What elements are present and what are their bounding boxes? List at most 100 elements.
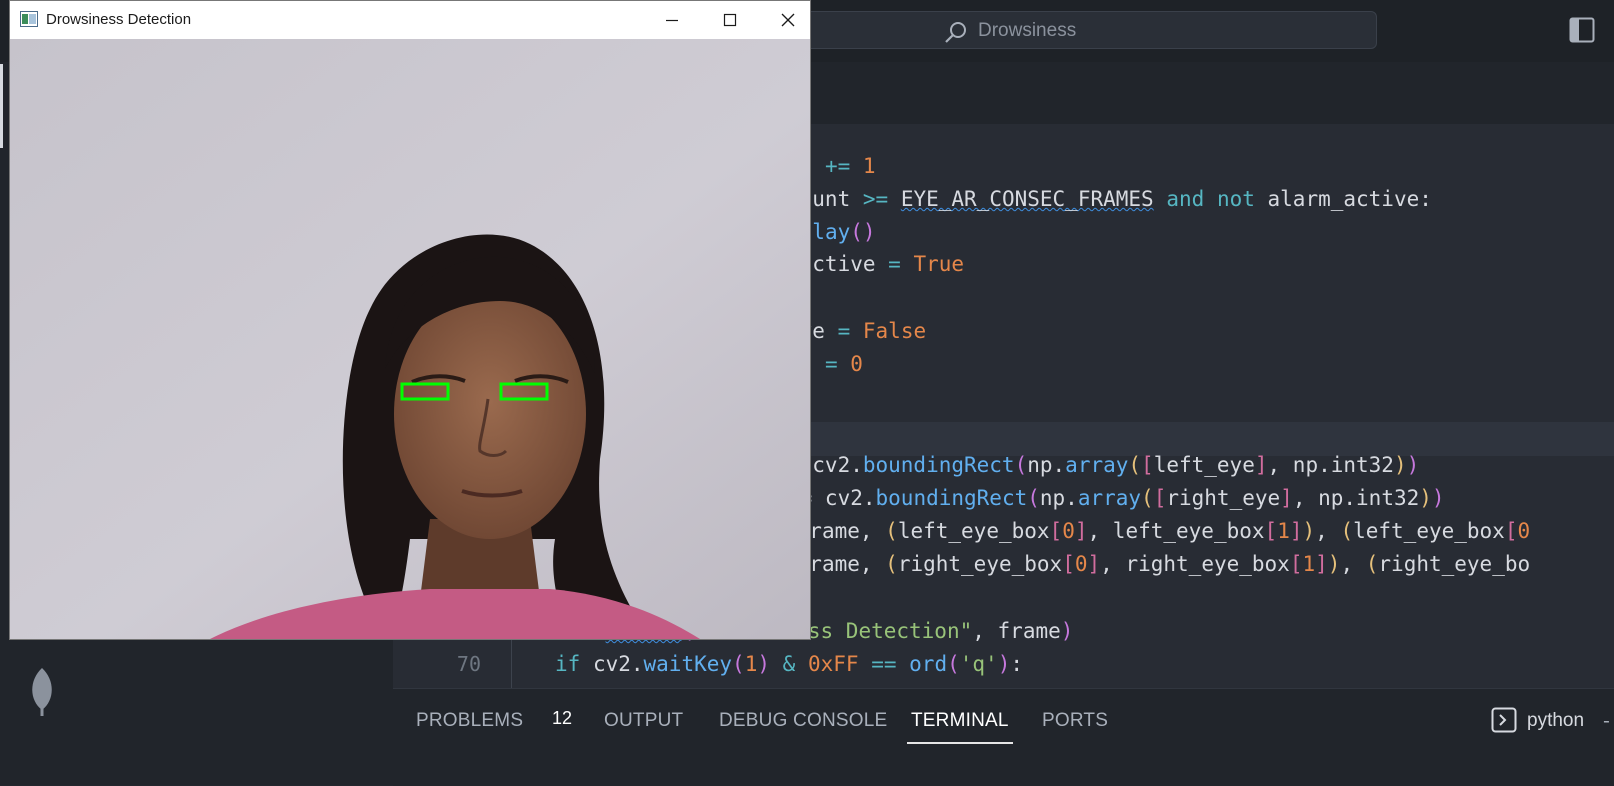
code-token: alarm_active: <box>1254 187 1432 211</box>
code-token: , frame <box>972 619 1061 643</box>
code-token: ) <box>997 652 1011 676</box>
maximize-button[interactable] <box>701 1 759 39</box>
tab-debug-console[interactable]: DEBUG CONSOLE <box>719 710 887 732</box>
terminal-name: python <box>1527 710 1585 731</box>
code-token: ] <box>1289 519 1303 543</box>
code-token: 1 <box>744 652 758 676</box>
code-line[interactable]: 70 if cv2.waitKey(1) & 0xFF == ord('q'): <box>393 648 1614 680</box>
code-text: if cv2.waitKey(1) & 0xFF == ord('q'): <box>555 648 1023 680</box>
code-token: EYE_AR_CONSEC_FRAMES <box>900 187 1154 211</box>
code-token: ) <box>757 652 770 676</box>
code-token: [ <box>1049 519 1063 543</box>
code-token: >= <box>862 187 889 211</box>
code-token: ] <box>1087 552 1101 576</box>
code-token: np. <box>1039 486 1078 510</box>
code-token: array <box>1065 453 1129 477</box>
code-token: right_eye <box>1166 486 1281 510</box>
code-token: ( <box>885 519 898 543</box>
code-token: left_eye_box <box>897 519 1050 543</box>
code-token: array <box>1077 486 1142 510</box>
code-token: 0 <box>1062 519 1075 543</box>
code-token: 1 <box>862 154 876 178</box>
code-token: () <box>850 220 876 244</box>
code-token: == <box>871 652 897 676</box>
tab-ports[interactable]: PORTS <box>1042 710 1108 732</box>
code-token: ( <box>1340 519 1354 543</box>
code-token: if <box>555 652 581 676</box>
window-app-icon <box>20 11 38 31</box>
toggle-secondary-sidebar-icon[interactable] <box>1569 17 1595 47</box>
line-number: 70 <box>456 652 481 676</box>
code-token: ( <box>732 652 745 676</box>
code-text: = cv2.boundingRect(np.array([left_eye], … <box>787 449 1419 481</box>
code-text: (frame, (left_eye_box[0], left_eye_box[1… <box>784 515 1530 547</box>
code-token: [ <box>1289 552 1303 576</box>
code-token: ) <box>1406 453 1420 477</box>
code-token: not <box>1216 187 1255 211</box>
code-token: left_eye <box>1153 453 1255 477</box>
drowsiness-detection-window[interactable]: Drowsiness Detection <box>9 0 811 640</box>
code-token: , <box>1315 519 1341 543</box>
code-token: boundingRect <box>875 486 1028 510</box>
activity-active-indicator <box>0 64 3 148</box>
command-center-search[interactable]: Drowsiness <box>790 11 1377 49</box>
code-token: waitKey <box>643 652 733 676</box>
search-icon <box>944 20 968 48</box>
code-token: += <box>824 154 851 178</box>
code-token: ) <box>1302 519 1316 543</box>
code-token: ( <box>947 652 960 676</box>
tab-problems[interactable]: PROBLEMS <box>416 710 523 732</box>
code-token: [ <box>1141 453 1154 477</box>
webcam-image <box>10 39 810 639</box>
code-token: True <box>913 252 965 276</box>
code-token: [ <box>1264 519 1278 543</box>
code-token: 0 <box>850 352 863 376</box>
code-token: boundingRect <box>862 453 1015 477</box>
code-token: , right_eye_box <box>1100 552 1290 576</box>
code-token: 0 <box>1074 552 1088 576</box>
panel-overflow-glyph[interactable]: - <box>1603 710 1610 732</box>
code-token: , left_eye_box <box>1087 519 1265 543</box>
code-token: 0 <box>1517 519 1531 543</box>
search-text: Drowsiness <box>978 20 1077 41</box>
code-token: right_eye_bo <box>1378 552 1531 576</box>
tab-output[interactable]: OUTPUT <box>604 710 683 732</box>
code-token: 1 <box>1302 552 1316 576</box>
code-token: 'q' <box>959 652 998 676</box>
code-text: _active = True <box>787 248 964 280</box>
close-button[interactable] <box>759 1 817 39</box>
code-token: , <box>1340 552 1366 576</box>
minimize-button[interactable] <box>643 1 701 39</box>
mongodb-leaf-icon[interactable] <box>25 666 59 722</box>
code-text: = cv2.boundingRect(np.array([right_eye],… <box>787 482 1445 514</box>
code-token: & <box>782 652 796 676</box>
code-token: right_eye_box <box>897 552 1063 576</box>
code-token: ( <box>1027 486 1040 510</box>
code-token: ) <box>1431 486 1445 510</box>
code-token: = <box>824 352 838 376</box>
code-token: = <box>888 252 901 276</box>
code-token: ( <box>885 552 898 576</box>
code-token: ( <box>1141 486 1154 510</box>
code-token: np. <box>1027 453 1066 477</box>
code-token: 0xFF <box>807 652 859 676</box>
code-token: ] <box>1074 519 1088 543</box>
terminal-icon <box>1491 707 1517 737</box>
code-token: = <box>837 319 851 343</box>
tab-terminal[interactable]: TERMINAL <box>907 710 1013 744</box>
window-titlebar[interactable]: Drowsiness Detection <box>10 1 810 39</box>
code-token: , np.int32 <box>1292 486 1420 510</box>
code-token: [ <box>1153 486 1167 510</box>
code-token: ) <box>1393 453 1407 477</box>
code-token: [ <box>1062 552 1075 576</box>
code-token: cv2. <box>580 652 644 676</box>
